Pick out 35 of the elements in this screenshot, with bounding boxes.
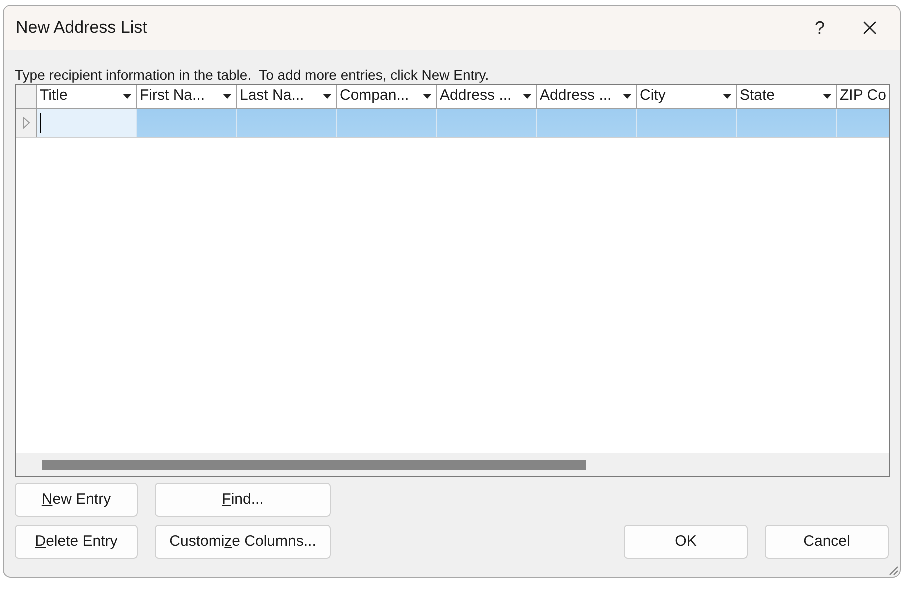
dropdown-arrow-icon — [323, 94, 332, 99]
column-header[interactable]: Title — [37, 85, 137, 108]
dropdown-arrow-icon — [223, 94, 232, 99]
dropdown-arrow-icon — [123, 94, 132, 99]
row-header[interactable] — [16, 109, 37, 137]
dropdown-arrow-icon — [523, 94, 532, 99]
table-cell[interactable] — [637, 109, 737, 137]
dialog-button[interactable]: Cancel — [765, 525, 889, 559]
resize-grip-icon — [887, 564, 899, 576]
help-button[interactable]: ? — [800, 12, 840, 44]
dropdown-arrow-icon — [623, 94, 632, 99]
column-header[interactable]: Address ... — [437, 85, 537, 108]
row-pointer-icon — [22, 117, 30, 129]
dialog-button[interactable]: New Entry — [15, 483, 138, 517]
horizontal-scrollbar[interactable] — [16, 453, 889, 476]
text-caret — [40, 113, 41, 133]
table-cell[interactable] — [37, 109, 137, 137]
column-header[interactable]: Address ... — [537, 85, 637, 108]
table-cell[interactable] — [337, 109, 437, 137]
dialog-button[interactable]: OK — [624, 525, 748, 559]
table-cell[interactable] — [137, 109, 237, 137]
dropdown-arrow-icon — [423, 94, 432, 99]
table-cell[interactable] — [737, 109, 837, 137]
dialog-button[interactable]: Customize Columns... — [155, 525, 331, 559]
instruction-text: Type recipient information in the table. To add more entries, click New Entry. — [15, 66, 490, 84]
table-cell[interactable] — [237, 109, 337, 137]
dialog-button[interactable]: Delete Entry — [15, 525, 138, 559]
dialog-button[interactable]: Find... — [155, 483, 331, 517]
dropdown-arrow-icon — [823, 94, 832, 99]
scrollbar-thumb[interactable] — [42, 460, 586, 470]
table-cell[interactable] — [537, 109, 637, 137]
window-title: New Address List — [16, 17, 148, 40]
dropdown-arrow-icon — [723, 94, 732, 99]
table-cell[interactable] — [437, 109, 537, 137]
table-cell[interactable] — [837, 109, 889, 137]
